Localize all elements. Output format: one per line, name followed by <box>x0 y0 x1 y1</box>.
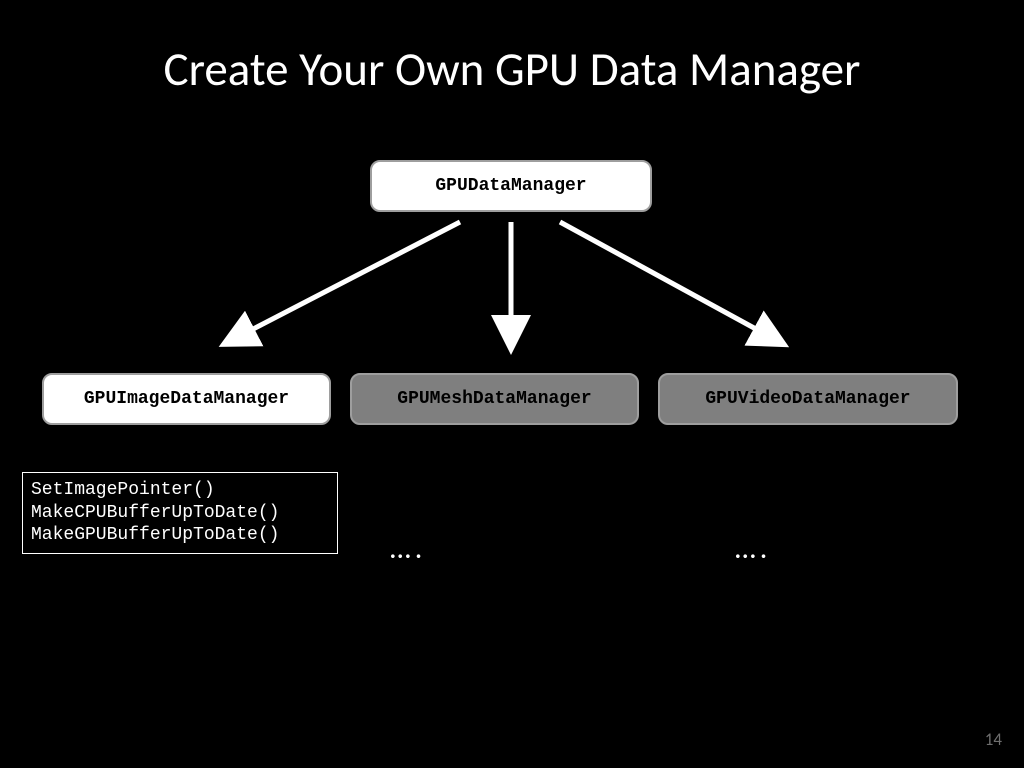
slide-title: Create Your Own GPU Data Manager <box>0 40 1024 98</box>
placeholder-video: …. <box>735 530 771 567</box>
node-gpumeshdatamanager: GPUMeshDataManager <box>350 373 639 425</box>
node-gpuimagedatamanager: GPUImageDataManager <box>42 373 331 425</box>
node-gpuvideodatamanager: GPUVideoDataManager <box>658 373 958 425</box>
node-gpudatamanager: GPUDataManager <box>370 160 652 212</box>
code-image-methods: SetImagePointer() MakeCPUBufferUpToDate(… <box>22 472 338 554</box>
placeholder-mesh: …. <box>390 530 426 567</box>
page-number: 14 <box>985 729 1002 750</box>
